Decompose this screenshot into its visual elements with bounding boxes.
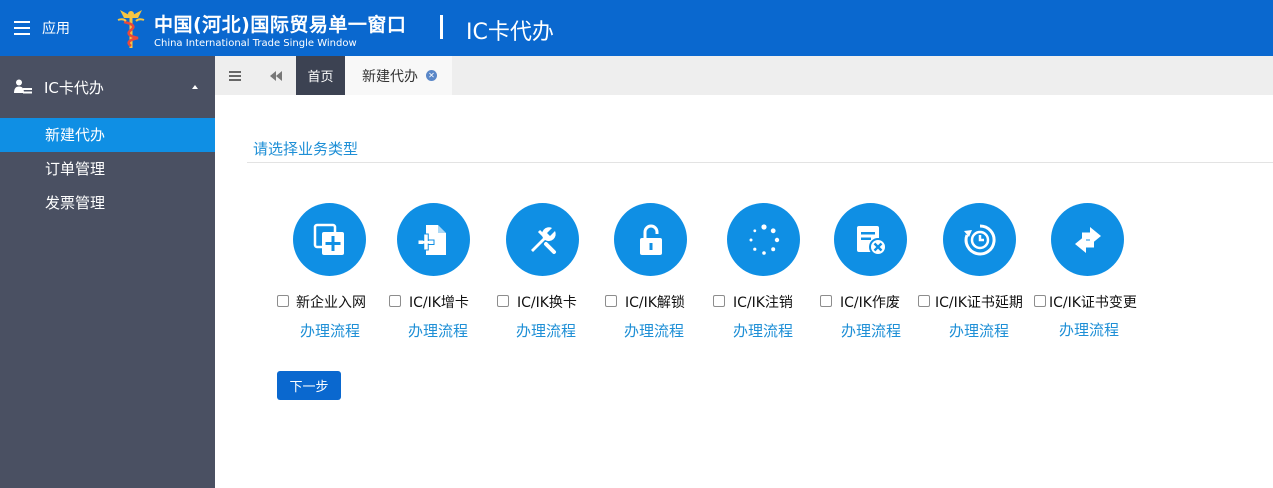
option-checkbox-add-card[interactable] [389,295,401,307]
users-icon [14,79,32,94]
wrench-icon [530,226,556,254]
sidebar-item-new-task[interactable]: 新建代办 [0,118,215,152]
exchange-arrows-icon [1074,226,1101,253]
option-label-new-enterprise: 新企业入网 [296,295,366,311]
option-label-replace-card: IC/IK换卡 [517,295,577,311]
option-label-add-card: IC/IK增卡 [409,295,469,311]
flow-link-new-enterprise[interactable]: 办理流程 [300,320,360,341]
option-replace-card-icon-button[interactable] [506,203,579,276]
top-header: 应用 中国(河北)国际贸易单一窗口 China International Tr… [0,0,1273,56]
flow-link-replace-card[interactable]: 办理流程 [516,320,576,341]
sidebar-item-invoices[interactable]: 发票管理 [0,186,215,220]
option-checkbox-cert-change[interactable] [1034,295,1046,307]
add-file-icon [417,224,446,255]
app-menu-label: 应用 [42,21,70,37]
section-title: 请选择业务类型 [253,140,359,158]
option-checkbox-cert-extend[interactable] [918,295,930,307]
brand-title-cn: 中国(河北)国际贸易单一窗口 [154,14,407,36]
option-label-cert-extend: IC/IK证书延期 [935,295,1023,311]
tab-new-task-label: 新建代办 [362,68,418,85]
sidebar-group-label: IC卡代办 [44,78,104,97]
option-label-void: IC/IK作废 [840,295,900,311]
option-checkbox-replace-card[interactable] [497,295,509,307]
caret-up-icon [192,85,198,89]
hamburger-icon [14,21,30,35]
tab-bar: 首页 新建代办 ✕ [215,56,1273,95]
close-tab-icon[interactable]: ✕ [426,70,437,81]
option-checkbox-unlock[interactable] [605,295,617,307]
sidebar-item-orders[interactable]: 订单管理 [0,152,215,186]
option-label-cert-change: IC/IK证书变更 [1049,295,1137,311]
option-void-icon-button[interactable] [834,203,907,276]
customs-emblem-logo [117,10,145,48]
flow-link-void[interactable]: 办理流程 [841,320,901,341]
tab-scroll-left-button[interactable] [256,56,296,95]
flow-link-cancel[interactable]: 办理流程 [733,320,793,341]
menu-icon [229,70,241,81]
toggle-sidebar-button[interactable] [215,56,255,95]
header-divider [440,15,443,39]
spinner-icon [749,223,779,255]
clock-history-icon [963,223,996,255]
unlock-icon [639,224,662,255]
sidebar: IC卡代办 新建代办 订单管理 发票管理 [0,56,215,488]
sidebar-group-ic-card[interactable]: IC卡代办 [0,56,215,118]
flow-link-cert-extend[interactable]: 办理流程 [949,320,1009,341]
option-checkbox-cancel[interactable] [713,295,725,307]
flow-link-add-card[interactable]: 办理流程 [408,320,468,341]
section-divider [247,162,1273,163]
option-cert-extend-icon-button[interactable] [943,203,1016,276]
option-cancel-icon-button[interactable] [727,203,800,276]
option-label-cancel: IC/IK注销 [733,295,793,311]
double-left-arrow-icon [270,70,282,81]
brand-title: 中国(河北)国际贸易单一窗口 China International Trade… [154,10,406,49]
option-cert-change-icon-button[interactable] [1051,203,1124,276]
option-checkbox-void[interactable] [820,295,832,307]
option-label-unlock: IC/IK解锁 [625,295,685,311]
option-add-card-icon-button[interactable] [397,203,470,276]
tab-home[interactable]: 首页 [296,56,345,95]
brand-title-en: China International Trade Single Window [154,38,357,49]
tab-new-task[interactable]: 新建代办 ✕ [345,56,452,95]
next-step-button[interactable]: 下一步 [277,371,341,400]
option-checkbox-new-enterprise[interactable] [277,295,289,307]
option-new-enterprise-icon-button[interactable] [293,203,366,276]
invalidate-card-icon [856,225,887,256]
app-menu-button[interactable]: 应用 [14,17,70,39]
flow-link-cert-change[interactable]: 办理流程 [1059,319,1119,340]
option-unlock-icon-button[interactable] [614,203,687,276]
flow-link-unlock[interactable]: 办理流程 [624,320,684,341]
add-copy-icon [313,223,344,255]
module-title: IC卡代办 [466,20,554,45]
